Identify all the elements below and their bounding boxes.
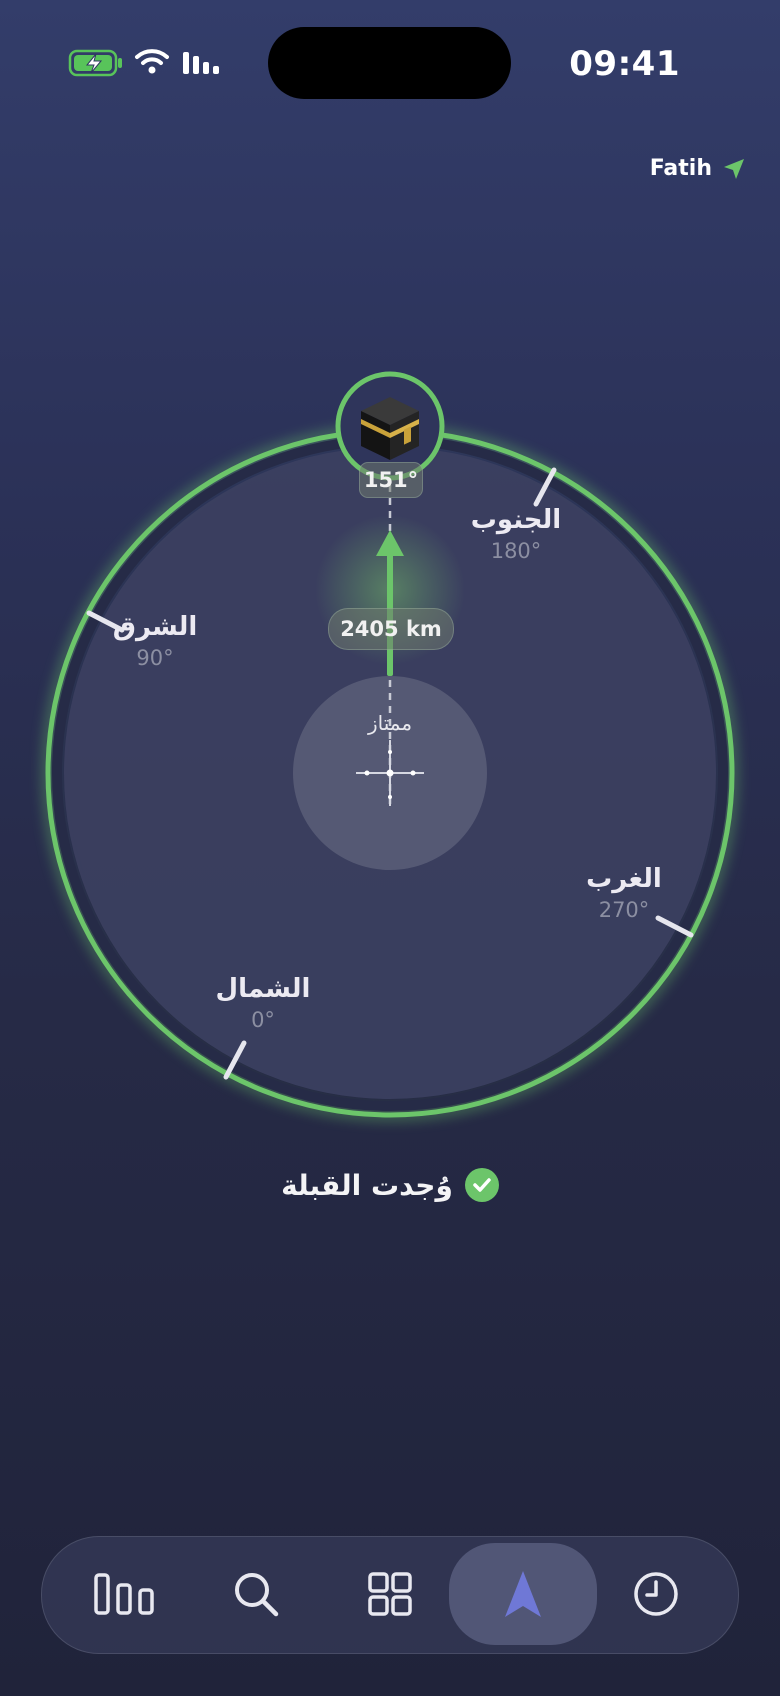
search-icon (235, 1573, 279, 1617)
compass-dial (41, 371, 739, 1122)
clock-icon (634, 1572, 678, 1616)
direction-east-degree: 90° (136, 646, 174, 670)
qibla-arrow-icon (505, 1571, 541, 1617)
direction-north: الشمال 0° (193, 974, 333, 1032)
direction-south-degree: 180° (490, 539, 542, 563)
direction-east-name: الشرق (112, 612, 198, 642)
tab-grid[interactable] (340, 1546, 440, 1642)
direction-north-degree: 0° (251, 1008, 275, 1032)
direction-west: الغرب 270° (554, 864, 694, 922)
check-circle-icon (464, 1168, 499, 1202)
qibla-bearing-badge: 151° (359, 462, 423, 498)
qibla-found-text: وُجدت القبلة (281, 1168, 453, 1202)
direction-north-name: الشمال (215, 974, 311, 1004)
accuracy-label: ممتاز (367, 711, 413, 735)
tab-history[interactable] (606, 1546, 706, 1642)
tab-qibla[interactable] (449, 1543, 597, 1645)
tab-stats[interactable] (74, 1546, 174, 1642)
direction-east: الشرق 90° (85, 612, 225, 670)
tab-search[interactable] (206, 1546, 306, 1642)
direction-west-name: الغرب (586, 864, 662, 894)
qibla-found-status: وُجدت القبلة (0, 1168, 780, 1202)
distance-badge: 2405 km (328, 608, 454, 650)
direction-south: الجنوب 180° (446, 505, 586, 563)
direction-south-name: الجنوب (470, 505, 562, 535)
direction-west-degree: 270° (598, 898, 650, 922)
grid-icon (368, 1572, 412, 1616)
stats-bars-icon (94, 1573, 154, 1615)
